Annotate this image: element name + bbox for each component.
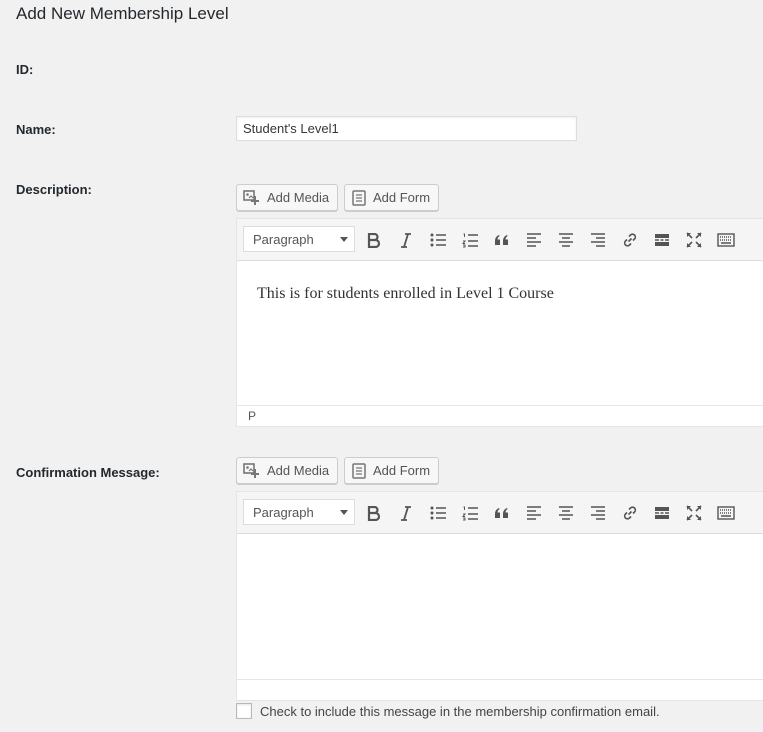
bullet-list-icon[interactable] (427, 229, 449, 251)
add-media-button[interactable]: Add Media (236, 457, 339, 484)
editor-toolbar: Paragraph (237, 219, 763, 261)
editor-path: P (237, 405, 763, 426)
format-select-value: Paragraph (253, 232, 314, 247)
name-input[interactable] (236, 116, 577, 141)
toolbar-toggle-icon[interactable] (715, 502, 737, 524)
align-left-icon[interactable] (523, 229, 545, 251)
add-form-button[interactable]: Add Form (344, 184, 440, 211)
editor-path (237, 679, 763, 700)
form-icon (351, 189, 367, 206)
blockquote-icon[interactable] (491, 229, 513, 251)
align-right-icon[interactable] (587, 502, 609, 524)
numbered-list-icon[interactable] (459, 502, 481, 524)
confirmation-content[interactable] (237, 534, 763, 679)
bullet-list-icon[interactable] (427, 502, 449, 524)
add-media-icon (243, 462, 261, 479)
toolbar-toggle-icon[interactable] (715, 229, 737, 251)
fullscreen-icon[interactable] (683, 502, 705, 524)
description-label: Description: (16, 182, 92, 197)
bold-icon[interactable] (363, 502, 385, 524)
include-in-email-label: Check to include this message in the mem… (260, 703, 660, 719)
read-more-icon[interactable] (651, 229, 673, 251)
add-media-label: Add Media (267, 190, 330, 205)
chevron-down-icon (340, 510, 348, 515)
align-center-icon[interactable] (555, 229, 577, 251)
fullscreen-icon[interactable] (683, 229, 705, 251)
confirmation-message-label: Confirmation Message: (16, 465, 160, 480)
chevron-down-icon (340, 237, 348, 242)
add-media-button[interactable]: Add Media (236, 184, 339, 211)
italic-icon[interactable] (395, 229, 417, 251)
add-media-label: Add Media (267, 463, 330, 478)
name-label: Name: (16, 122, 56, 137)
description-editor: Paragraph This is for students enrolled … (236, 218, 763, 427)
numbered-list-icon[interactable] (459, 229, 481, 251)
editor-toolbar: Paragraph (237, 492, 763, 534)
add-media-icon (243, 189, 261, 206)
form-icon (351, 462, 367, 479)
read-more-icon[interactable] (651, 502, 673, 524)
add-form-button[interactable]: Add Form (344, 457, 440, 484)
add-form-label: Add Form (373, 190, 431, 205)
include-in-email-checkbox[interactable] (236, 703, 252, 719)
confirmation-email-option: Check to include this message in the mem… (236, 703, 660, 719)
align-left-icon[interactable] (523, 502, 545, 524)
description-content[interactable]: This is for students enrolled in Level 1… (237, 261, 763, 405)
page-title: Add New Membership Level (16, 4, 229, 23)
format-select[interactable]: Paragraph (243, 226, 355, 252)
align-right-icon[interactable] (587, 229, 609, 251)
align-center-icon[interactable] (555, 502, 577, 524)
id-label: ID: (16, 62, 34, 77)
format-select-value: Paragraph (253, 505, 314, 520)
link-icon[interactable] (619, 229, 641, 251)
format-select[interactable]: Paragraph (243, 499, 355, 525)
italic-icon[interactable] (395, 502, 417, 524)
blockquote-icon[interactable] (491, 502, 513, 524)
bold-icon[interactable] (363, 229, 385, 251)
add-form-label: Add Form (373, 463, 431, 478)
confirmation-editor: Paragraph (236, 491, 763, 701)
link-icon[interactable] (619, 502, 641, 524)
